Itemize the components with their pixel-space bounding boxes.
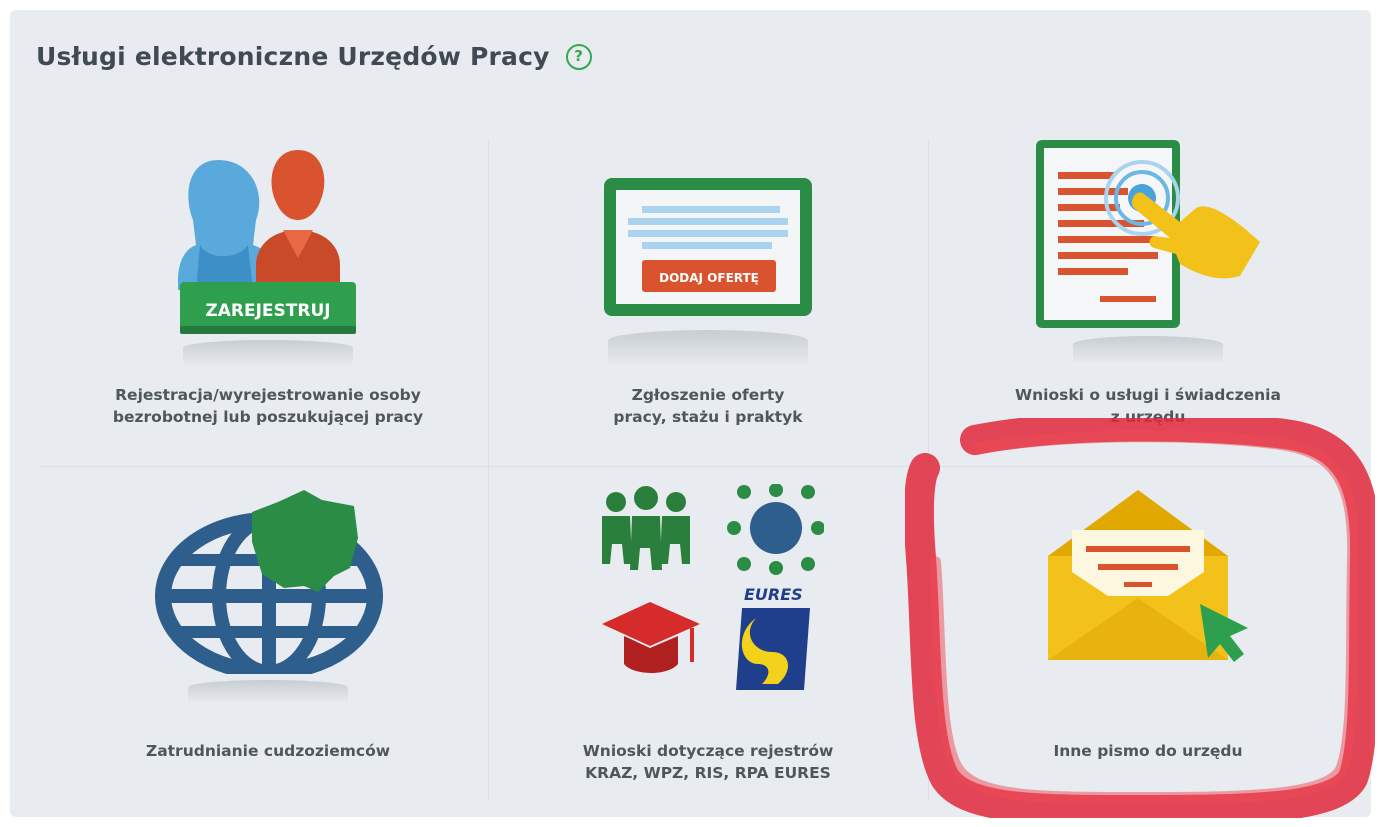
document-touch-icon xyxy=(1036,140,1260,328)
tile-label: Zatrudnianie cudzoziemców xyxy=(145,742,391,760)
graduation-cap-icon xyxy=(602,602,700,673)
icon-reflection xyxy=(608,330,808,366)
tile-requests[interactable]: Wnioski o usługi i świadczenia z urzędu xyxy=(930,130,1366,460)
tile-registration[interactable]: ZAREJESTRUJ Rejestracja/wyrejestrowanie … xyxy=(50,130,486,460)
eures-logo-icon: EURES xyxy=(736,585,810,690)
page-title: Usługi elektroniczne Urzędów Pracy xyxy=(36,42,550,71)
zarejestruj-badge-text: ZAREJESTRUJ xyxy=(205,301,330,321)
registers-icon: EURES xyxy=(602,484,824,690)
tile-label: Wnioski o usługi i świadczenia z urzędu xyxy=(1015,386,1281,426)
icon-reflection xyxy=(1073,336,1223,364)
svg-text:EURES: EURES xyxy=(744,585,803,604)
tile-label: Wnioski dotyczące rejestrów KRAZ, WPZ, R… xyxy=(582,742,834,782)
panel-header: Usługi elektroniczne Urzędów Pracy ? xyxy=(36,42,592,71)
icon-reflection xyxy=(183,340,353,366)
people-register-icon: ZAREJESTRUJ xyxy=(178,150,356,334)
tile-label: Rejestracja/wyrejestrowanie osoby bezrob… xyxy=(112,386,424,426)
dodaj-oferte-badge-text: DODAJ OFERTĘ xyxy=(659,271,759,285)
tile-label: Inne pismo do urzędu xyxy=(1053,742,1243,760)
divider xyxy=(40,466,1340,467)
services-panel: Usługi elektroniczne Urzędów Pracy ? ZAR… xyxy=(10,10,1371,817)
tile-other-letter[interactable]: Inne pismo do urzędu xyxy=(930,474,1366,794)
globe-poland-icon xyxy=(155,490,383,674)
divider xyxy=(928,140,929,800)
job-offer-icon: DODAJ OFERTĘ xyxy=(604,178,812,316)
tile-job-offer[interactable]: DODAJ OFERTĘ Zgłoszenie oferty pracy, st… xyxy=(490,130,926,460)
tile-foreigners[interactable]: Zatrudnianie cudzoziemców xyxy=(50,474,486,794)
tile-label: Zgłoszenie oferty pracy, stażu i praktyk xyxy=(613,386,803,426)
eu-network-icon xyxy=(727,484,824,575)
tile-registers[interactable]: EURES Wnioski dotyczące rejestrów KRAZ, … xyxy=(490,474,926,794)
help-icon[interactable]: ? xyxy=(565,43,592,70)
people-group-icon xyxy=(602,486,690,570)
envelope-click-icon xyxy=(1048,490,1248,662)
divider xyxy=(488,140,489,800)
icon-reflection xyxy=(188,680,348,704)
